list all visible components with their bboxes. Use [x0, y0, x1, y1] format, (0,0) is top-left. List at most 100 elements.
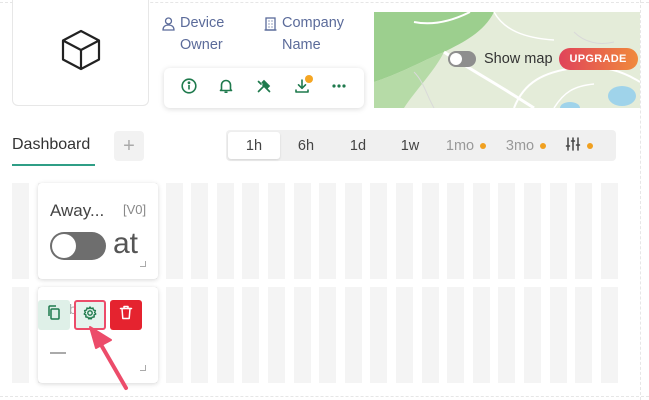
grid-cell: [12, 183, 29, 279]
grid-cell: [319, 183, 337, 279]
info-button[interactable]: [176, 75, 202, 101]
trash-icon: [119, 305, 133, 325]
grid-cell: [600, 287, 618, 383]
grid-cell: [524, 183, 541, 279]
owner-line-1: Device: [180, 15, 225, 31]
grid-cell: [549, 287, 567, 383]
grid-cell: [498, 287, 516, 383]
show-map-label: Show map: [484, 51, 553, 67]
delete-widget-button[interactable]: [110, 300, 142, 330]
time-range-1w[interactable]: 1w: [384, 132, 436, 159]
notifications-button[interactable]: [213, 75, 239, 101]
premium-dot: [480, 142, 487, 149]
tools-icon: [256, 78, 272, 99]
grid-cell: [242, 183, 260, 279]
company-name-link[interactable]: Company Name: [264, 12, 344, 56]
building-icon: [264, 16, 278, 56]
tab-dashboard[interactable]: Dashboard: [12, 136, 90, 154]
grid-cell: [524, 287, 541, 383]
widget-version: [V0]: [123, 202, 147, 217]
grid-cell: [600, 183, 618, 279]
resize-handle[interactable]: [140, 261, 146, 267]
add-dashboard-button[interactable]: +: [114, 131, 144, 161]
time-range-1d[interactable]: 1d: [332, 132, 384, 159]
cube-icon: [59, 28, 103, 77]
grid-cell: [191, 183, 209, 279]
device-image: [12, 0, 149, 106]
premium-dot: [540, 142, 547, 149]
grid-cell: [268, 287, 285, 383]
info-icon: [181, 77, 197, 99]
time-range-6h[interactable]: 6h: [280, 132, 332, 159]
widget-value: at: [113, 227, 139, 260]
grid-cell: [447, 287, 465, 383]
grid-cell: [396, 183, 413, 279]
value-widget[interactable]: b: [38, 287, 158, 383]
grid-cell: [242, 287, 260, 383]
show-map-toggle[interactable]: [448, 51, 476, 67]
grid-cell: [370, 183, 388, 279]
grid-cell: [293, 183, 311, 279]
grid-cell: [370, 287, 388, 383]
grid-cell: [472, 287, 490, 383]
grid-cell: [165, 287, 183, 383]
grid-cell: [319, 287, 337, 383]
tab-active-indicator: [12, 164, 95, 166]
tools-button[interactable]: [251, 75, 277, 101]
more-horizontal-icon: [331, 78, 347, 99]
dashed-divider-bottom: [0, 396, 649, 397]
map-controls: Show map UPGRADE: [448, 48, 638, 70]
grid-cell: [165, 183, 183, 279]
duplicate-widget-button[interactable]: [38, 300, 70, 330]
time-range-selector: 1h 6h 1d 1w 1mo 3mo: [226, 130, 616, 161]
more-button[interactable]: [326, 75, 352, 101]
download-button[interactable]: [289, 75, 315, 101]
time-range-label: 1h: [245, 137, 263, 154]
switch-widget[interactable]: Away... [V0] at: [38, 183, 158, 279]
widget-settings-button[interactable]: [74, 300, 106, 330]
time-range-1mo[interactable]: 1mo: [436, 132, 496, 159]
grid-cell: [421, 183, 439, 279]
widget-toggle[interactable]: [50, 232, 106, 260]
widget-empty-value: [50, 352, 66, 354]
premium-dot: [587, 142, 593, 149]
grid-cell: [421, 287, 439, 383]
grid-cell: [447, 183, 465, 279]
time-range-label: 1w: [400, 137, 420, 154]
bell-icon: [218, 78, 234, 99]
grid-cell: [396, 287, 413, 383]
user-icon: [162, 16, 176, 56]
grid-cell: [293, 287, 311, 383]
copy-icon: [47, 305, 61, 325]
sliders-icon: [565, 136, 581, 156]
company-line-2: Name: [282, 37, 321, 53]
grid-cell: [268, 183, 285, 279]
time-range-label: 6h: [297, 137, 315, 154]
company-line-1: Company: [282, 15, 345, 31]
grid-cell: [216, 183, 234, 279]
grid-cell: [575, 287, 593, 383]
resize-handle[interactable]: [140, 365, 146, 371]
time-range-label: 1mo: [445, 137, 475, 154]
gear-icon: [83, 305, 97, 325]
upgrade-button[interactable]: UPGRADE: [558, 48, 638, 70]
grid-cell: [498, 183, 516, 279]
grid-cell: [216, 287, 234, 383]
device-owner-link[interactable]: Device Owner: [162, 12, 224, 56]
time-range-1h[interactable]: 1h: [228, 132, 280, 159]
owner-line-2: Owner: [180, 37, 223, 53]
widget-title: Away...: [50, 201, 105, 220]
grid-cell: [12, 287, 29, 383]
download-badge-dot: [304, 75, 313, 83]
time-range-3mo[interactable]: 3mo: [496, 132, 556, 159]
time-range-label: 3mo: [505, 137, 535, 154]
grid-cell: [472, 183, 490, 279]
dashed-divider-right: [640, 0, 641, 400]
grid-cell: [344, 287, 362, 383]
custom-range-filter-button[interactable]: [556, 132, 602, 159]
plus-icon: +: [123, 135, 135, 157]
grid-cell: [575, 183, 593, 279]
grid-cell: [344, 183, 362, 279]
grid-cell: [191, 287, 209, 383]
grid-cell: [549, 183, 567, 279]
